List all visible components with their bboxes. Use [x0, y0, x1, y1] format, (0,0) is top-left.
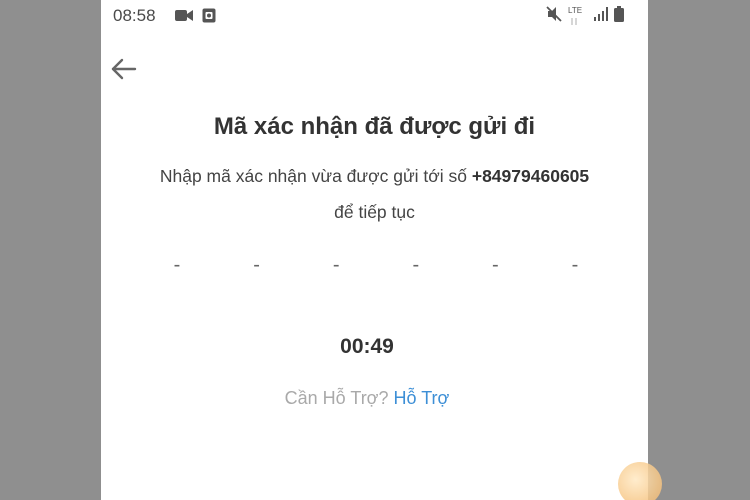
help-link[interactable]: Hỗ Trợ — [394, 388, 450, 408]
status-right-icons: LTE — [546, 6, 624, 27]
code-slot-4[interactable]: - — [410, 254, 422, 284]
page-title: Mã xác nhận đã được gửi đi — [213, 113, 536, 140]
signal-icon — [594, 7, 608, 26]
code-slot-3[interactable]: - — [330, 254, 342, 284]
instruction-line-1: Nhập mã xác nhận vừa được gửi tới số +84… — [101, 158, 648, 194]
status-left-icons — [175, 8, 216, 28]
help-prompt: Cần Hỗ Trợ? — [284, 388, 389, 408]
verification-code-input[interactable]: - - - - - - — [171, 254, 581, 284]
code-slot-2[interactable]: - — [251, 254, 263, 284]
code-slot-1[interactable]: - — [171, 254, 183, 284]
arrow-left-icon — [109, 58, 139, 88]
battery-icon — [614, 6, 624, 27]
video-camera-icon — [175, 9, 193, 27]
countdown-timer: 00:49 — [340, 335, 394, 358]
code-slot-6[interactable]: - — [569, 254, 581, 284]
instruction-suffix: để tiếp tục — [334, 202, 415, 222]
instruction-prefix: Nhập mã xác nhận vừa được gửi tới số — [159, 166, 467, 186]
code-slot-5[interactable]: - — [489, 254, 501, 284]
lte-signal-icon: LTE — [568, 6, 588, 26]
screenshot-icon — [202, 8, 216, 28]
status-bar: 08:58 LTE — [101, 0, 648, 32]
floating-bubble[interactable] — [618, 462, 662, 500]
instruction-text: Nhập mã xác nhận vừa được gửi tới số +84… — [101, 158, 648, 230]
phone-screen: 08:58 LTE Mã xác nhận đã được gửi đi Nhậ… — [101, 0, 648, 500]
help-row: Cần Hỗ Trợ? Hỗ Trợ — [101, 388, 633, 409]
status-time: 08:58 — [113, 6, 156, 25]
back-button[interactable] — [109, 54, 139, 84]
mute-icon — [546, 6, 562, 27]
phone-number: +84979460605 — [471, 166, 590, 186]
